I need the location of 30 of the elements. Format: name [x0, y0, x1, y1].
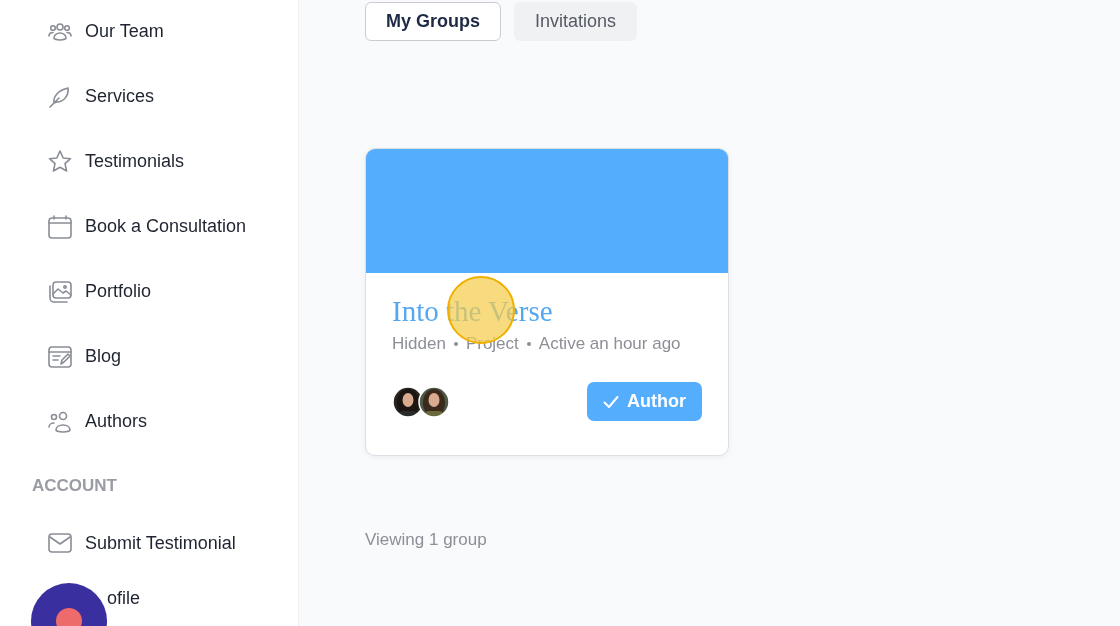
images-icon [47, 278, 73, 305]
nav-item[interactable]: Submit Testimonial [32, 515, 298, 571]
check-icon [603, 394, 619, 409]
nav-label: Portfolio [85, 281, 152, 302]
nav-item[interactable]: Testimonials [32, 129, 298, 194]
separator-dot [526, 342, 531, 346]
star-icon [47, 148, 73, 175]
nav-label: Blog [85, 346, 122, 367]
nav-label: Book a Consultation [85, 216, 247, 237]
nav-item[interactable]: ofile [107, 587, 141, 609]
tab[interactable]: Invitations [514, 2, 638, 41]
group-meta: Hidden [392, 334, 446, 354]
section-heading: ACCOUNT [32, 474, 118, 497]
nav-label: Testimonials [85, 151, 185, 172]
tab[interactable]: My Groups [365, 2, 501, 41]
nav-item[interactable]: Book a Consultation [32, 194, 298, 259]
separator-dot [453, 342, 458, 346]
nav-label: Our Team [85, 21, 164, 42]
nav-item[interactable]: Our Team [32, 0, 298, 64]
nav-item[interactable]: Services [32, 64, 298, 129]
note-icon [47, 343, 73, 370]
nav-item[interactable]: Authors [32, 389, 298, 454]
nav-item[interactable]: Portfolio [32, 259, 298, 324]
nav-label: Authors [85, 411, 148, 432]
group-count: Viewing 1 group [365, 530, 488, 550]
nav-label: Services [85, 86, 155, 107]
group-meta: Active an hour ago [538, 334, 681, 354]
calendar-icon [47, 213, 73, 240]
nav-label: Submit Testimonial [85, 532, 236, 554]
nav-item[interactable]: Blog [32, 324, 298, 389]
